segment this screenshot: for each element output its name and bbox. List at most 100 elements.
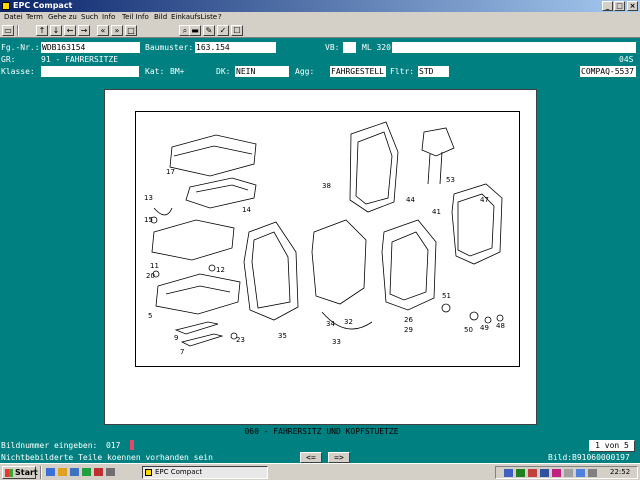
bild-value: B91060000197: [572, 453, 630, 462]
part-label-5: 5: [148, 312, 152, 320]
picture-panel: 17 13 14 15 11 12 20 5 9 7 23 35 38 34 3…: [104, 89, 537, 436]
menu-help[interactable]: ?: [218, 13, 222, 21]
dk-field[interactable]: NEIN: [235, 66, 289, 77]
taskbar-separator: [40, 466, 42, 479]
next-picture-button[interactable]: =>: [328, 452, 350, 463]
baumuster-label: Baumuster:: [145, 43, 194, 52]
bildnummer-input[interactable]: [130, 440, 134, 450]
start-button[interactable]: Start: [2, 466, 38, 479]
arrow-down-icon[interactable]: ↓: [50, 25, 62, 36]
toolbar-separator: [17, 25, 19, 36]
menu-einkaufsliste[interactable]: EinkaufsListe: [171, 13, 217, 21]
part-label-20: 20: [146, 272, 155, 280]
minimize-button[interactable]: _: [602, 1, 613, 11]
klasse-field[interactable]: [41, 66, 139, 77]
tray-icon-2[interactable]: [516, 469, 525, 477]
fgnr-label: Fg.-Nr.:: [1, 43, 40, 52]
sign-icon[interactable]: ✎: [203, 25, 215, 36]
agg-label: Agg:: [295, 67, 315, 76]
part-label-7: 7: [180, 348, 184, 356]
taskbar-epc-compact[interactable]: EPC Compact: [142, 466, 268, 479]
menu-gehe-zu[interactable]: Gehe zu: [48, 13, 77, 21]
close-button[interactable]: ×: [627, 1, 638, 11]
cart-icon[interactable]: ☐: [231, 25, 243, 36]
bildnummer-value: 017: [106, 441, 121, 450]
arrow-right-icon[interactable]: →: [78, 25, 90, 36]
part-label-15: 15: [144, 216, 153, 224]
vb-value: ML 320: [362, 43, 391, 52]
tray-icon-1[interactable]: [504, 469, 513, 477]
part-label-17: 17: [166, 168, 175, 176]
part-label-33: 33: [332, 338, 341, 346]
quicklaunch-app3-icon[interactable]: [106, 468, 115, 476]
exploded-drawing[interactable]: 17 13 14 15 11 12 20 5 9 7 23 35 38 34 3…: [135, 111, 520, 367]
part-label-44: 44: [406, 196, 415, 204]
kat-label: Kat:: [145, 67, 165, 76]
vb-label: VB:: [325, 43, 340, 52]
maximize-button[interactable]: □: [614, 1, 625, 11]
menu-term[interactable]: Term: [26, 13, 43, 21]
prev-picture-button[interactable]: <=: [300, 452, 322, 463]
menu-teil-info[interactable]: Teil Info: [122, 13, 149, 21]
quicklaunch-ie-icon[interactable]: [46, 468, 55, 476]
menu-bar: Datei Term Gehe zu Such Info Teil Info B…: [0, 12, 640, 23]
pages-icon[interactable]: □: [125, 25, 137, 36]
device-field: COMPAQ-5537: [580, 66, 636, 77]
bild-label: Bild:: [548, 453, 573, 462]
car-icon[interactable]: ▬: [189, 25, 201, 36]
page-indicator: 1 von 5: [589, 440, 635, 452]
part-label-48: 48: [496, 322, 505, 330]
double-right-icon[interactable]: »: [111, 25, 123, 36]
vb-field[interactable]: [343, 42, 356, 53]
quicklaunch-explorer-icon[interactable]: [58, 468, 67, 476]
tray-icon-3[interactable]: [528, 469, 537, 477]
part-label-23: 23: [236, 336, 245, 344]
seat-cushion-shape: [169, 134, 257, 177]
clock[interactable]: 22:52: [610, 468, 630, 476]
part-label-49: 49: [480, 324, 489, 332]
gr-code: 04S: [619, 55, 634, 64]
arrow-up-icon[interactable]: ↑: [36, 25, 48, 36]
taskbar-app-label: EPC Compact: [155, 468, 203, 476]
part-label-29: 29: [404, 326, 413, 334]
bildnummer-label: Bildnummer eingeben:: [1, 441, 98, 450]
taskbar: Start EPC Compact 22:52: [0, 463, 640, 480]
dk-label: DK:: [216, 67, 231, 76]
cart-add-icon[interactable]: ✓: [217, 25, 229, 36]
tray-icon-4[interactable]: [540, 469, 549, 477]
menu-datei[interactable]: Datei: [4, 13, 23, 21]
agg-field[interactable]: FAHRGESTELL: [330, 66, 386, 77]
part-label-12: 12: [216, 266, 225, 274]
menu-such[interactable]: Such: [81, 13, 98, 21]
menu-bild[interactable]: Bild: [154, 13, 167, 21]
kat-value: BM+: [170, 67, 185, 76]
tray-icon-6[interactable]: [564, 469, 573, 477]
part-label-53: 53: [446, 176, 455, 184]
toolbar: ▭ ↑ ↓ ← → « » □ ⌕ ▬ ✎ ✓ ☐: [0, 23, 640, 38]
arrow-left-icon[interactable]: ←: [64, 25, 76, 36]
part-label-26: 26: [404, 316, 413, 324]
double-left-icon[interactable]: «: [97, 25, 109, 36]
unpictured-parts-note: Nichtbebilderte Teile koennen vorhanden …: [1, 453, 213, 462]
seat-drawing: 17 13 14 15 11 12 20 5 9 7 23 35 38 34 3…: [144, 121, 505, 356]
tray-icon-7[interactable]: [576, 469, 585, 477]
part-label-41: 41: [432, 208, 441, 216]
vb-extra-field[interactable]: [392, 42, 636, 53]
baumuster-field[interactable]: 163.154: [195, 42, 276, 53]
fltr-label: Fltr:: [390, 67, 415, 76]
fltr-field[interactable]: STD: [418, 66, 449, 77]
part-label-47: 47: [480, 196, 489, 204]
part-label-32: 32: [344, 318, 353, 326]
fgnr-field[interactable]: WDB163154: [41, 42, 140, 53]
quicklaunch-desktop-icon[interactable]: [70, 468, 79, 476]
tray-icon-8[interactable]: [588, 469, 597, 477]
quicklaunch-app-icon[interactable]: [82, 468, 91, 476]
menu-info[interactable]: Info: [102, 13, 115, 21]
new-icon[interactable]: ▭: [2, 25, 14, 36]
windows-logo-icon: [5, 469, 13, 477]
quicklaunch-app2-icon[interactable]: [94, 468, 103, 476]
epc-app-icon: [145, 469, 152, 476]
tray-icon-5[interactable]: [552, 469, 561, 477]
title-bar: EPC Compact _ □ ×: [0, 0, 640, 12]
window-title: EPC Compact: [13, 1, 73, 10]
